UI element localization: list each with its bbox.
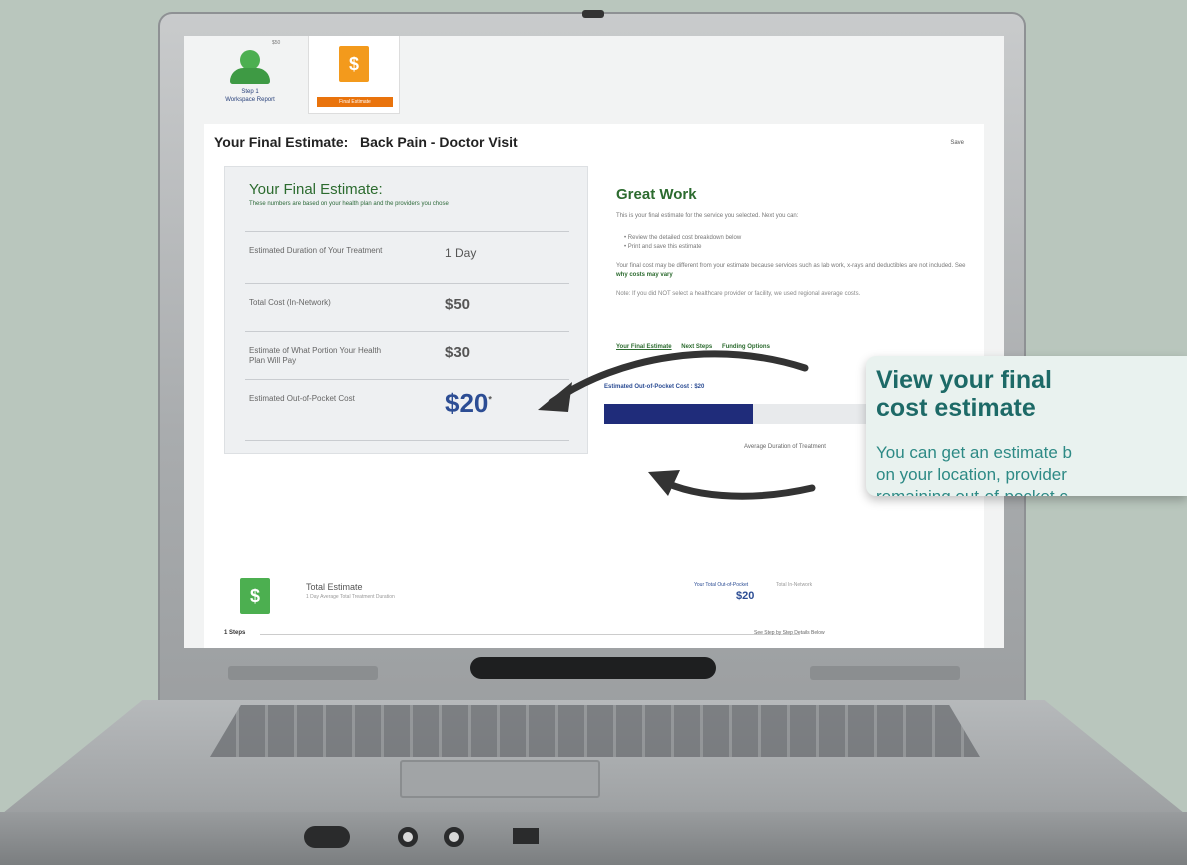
cost-disclaimer: Your final cost may be different from yo… <box>616 263 966 278</box>
tab-final-estimate[interactable]: Your Final Estimate <box>616 344 672 350</box>
laptop-front-edge <box>0 812 1187 865</box>
duration-value: 1 Day <box>445 246 477 260</box>
row-label: Estimated Duration of Your Treatment <box>249 246 383 255</box>
step-tab-final-estimate[interactable]: $ Final Estimate <box>308 36 400 114</box>
note-text: Note: If you did NOT select a healthcare… <box>616 291 861 297</box>
final-estimate-panel: Your Final Estimate: These numbers are b… <box>224 166 588 454</box>
laptop-touchpad <box>400 760 600 798</box>
steps-count: 1 Steps <box>224 630 246 636</box>
total-cost-value: $50 <box>445 296 471 313</box>
webcam-icon <box>582 10 604 18</box>
total-oop-value: $20 <box>736 590 755 602</box>
laptop-hinge-left <box>228 666 378 680</box>
page-title: Your Final Estimate: Back Pain - Doctor … <box>214 134 518 150</box>
average-duration-label: Average Duration of Treatment <box>744 444 826 450</box>
estimate-row: Estimate of What Portion Your Health Pla… <box>245 331 569 379</box>
row-label: Total Cost (In-Network) <box>249 298 331 307</box>
tab-funding-options[interactable]: Funding Options <box>722 344 770 350</box>
step-label: Final Estimate <box>317 97 393 107</box>
great-work-title: Great Work <box>616 186 697 203</box>
laptop-keyboard <box>210 705 980 757</box>
plan-pays-value: $30 <box>445 344 471 361</box>
estimate-row: Estimated Duration of Your Treatment 1 D… <box>245 231 569 283</box>
divider <box>260 634 800 635</box>
estimate-title: Your Final Estimate: <box>249 181 383 198</box>
oop-summary: Estimated Out-of-Pocket Cost : $20 <box>604 384 705 390</box>
total-oop-label: Your Total Out-of-Pocket <box>694 582 749 588</box>
laptop-screen: $50 Step 1 Workspace Report $ Final Esti… <box>184 36 1004 648</box>
total-estimate-subtitle: 1 Day Average Total Treatment Duration <box>306 594 395 600</box>
dollar-document-icon: $ <box>339 46 369 82</box>
step-tabs: $50 Step 1 Workspace Report $ Final Esti… <box>184 36 1004 122</box>
estimate-tabs: Your Final Estimate Next Steps Funding O… <box>616 344 778 350</box>
callout-box: View your final cost estimate You can ge… <box>866 356 1187 496</box>
great-work-bullets: • Review the detailed cost breakdown bel… <box>624 235 742 250</box>
row-label: Estimate of What Portion Your Health Pla… <box>249 346 382 365</box>
usb-port-icon <box>513 828 539 844</box>
total-estimate-title: Total Estimate <box>306 582 363 592</box>
total-in-network-label: Total In-Network <box>776 582 813 588</box>
callout-body: You can get an estimate b on your locati… <box>876 443 1072 496</box>
step-badge: $50 <box>272 40 281 46</box>
progress-fill <box>604 404 753 424</box>
audio-port-icon <box>444 827 464 847</box>
estimate-row: Total Cost (In-Network) $50 <box>245 283 569 331</box>
person-icon <box>230 50 270 84</box>
laptop-hinge-right <box>810 666 960 680</box>
callout-title: View your final cost estimate <box>876 366 1052 422</box>
step-details-link[interactable]: See Step by Step Details Below <box>754 630 825 636</box>
row-label: Estimated Out-of-Pocket Cost <box>249 394 355 403</box>
audio-port-icon <box>398 827 418 847</box>
save-link[interactable]: Save <box>950 140 964 146</box>
dollar-document-icon: $ <box>240 578 270 614</box>
laptop-hinge-bar <box>470 657 716 679</box>
estimate-row: Estimated Out-of-Pocket Cost $20* <box>245 379 569 441</box>
great-work-text: This is your final estimate for the serv… <box>616 213 799 219</box>
out-of-pocket-value: $20* <box>445 388 492 418</box>
power-port-icon <box>304 826 350 848</box>
estimate-subtitle: These numbers are based on your health p… <box>249 201 449 207</box>
step-label: Step 1 Workspace Report <box>225 89 275 103</box>
why-costs-vary-link[interactable]: why costs may vary <box>616 272 673 278</box>
tab-next-steps[interactable]: Next Steps <box>681 344 712 350</box>
step-tab-workspace-report[interactable]: $50 Step 1 Workspace Report <box>204 36 296 114</box>
